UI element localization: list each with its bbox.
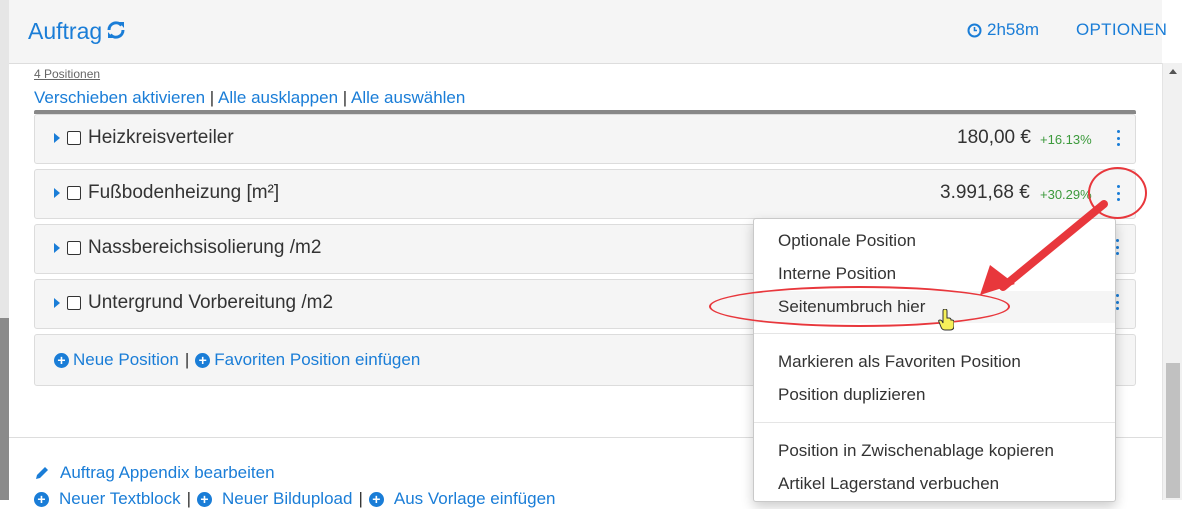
- separator: |: [184, 350, 190, 369]
- position-percent: +30.29%: [1040, 187, 1092, 202]
- menu-item-favorite[interactable]: Markieren als Favoriten Position: [778, 352, 1021, 372]
- checkbox-icon[interactable]: [67, 241, 81, 255]
- checkbox-icon[interactable]: [67, 131, 81, 145]
- new-position-link[interactable]: Neue Position: [73, 350, 179, 370]
- left-scroll-thumb[interactable]: [0, 318, 9, 500]
- plus-circle-icon[interactable]: +: [34, 491, 49, 507]
- plus-circle-icon[interactable]: +: [368, 491, 384, 507]
- main-scrollbar[interactable]: [1162, 63, 1182, 500]
- clock-icon: [967, 23, 982, 37]
- timer-value: 2h58m: [987, 20, 1039, 39]
- caret-right-icon[interactable]: [54, 188, 60, 198]
- caret-right-icon[interactable]: [54, 133, 60, 143]
- caret-right-icon[interactable]: [54, 243, 60, 253]
- plus-circle-icon[interactable]: +: [195, 352, 211, 368]
- annotation-circle-menu-item: [709, 286, 1010, 327]
- header-bar: Auftrag 2h58m OPTIONEN: [9, 0, 1167, 64]
- list-actions: Verschieben aktivieren | Alle ausklappen…: [34, 88, 465, 108]
- options-button[interactable]: OPTIONEN: [1076, 20, 1167, 40]
- separator: |: [186, 489, 192, 508]
- position-percent: +16.13%: [1040, 132, 1092, 147]
- plus-circle-icon[interactable]: +: [197, 491, 213, 507]
- position-name: Nassbereichsisolierung /m2: [88, 237, 322, 258]
- enable-move-link[interactable]: Verschieben aktivieren: [34, 88, 205, 107]
- new-textblock-link[interactable]: Neuer Textblock: [59, 489, 181, 509]
- menu-item-duplicate[interactable]: Position duplizieren: [778, 385, 925, 405]
- select-all-link[interactable]: Alle auswählen: [351, 88, 465, 107]
- position-price: 180,00 €: [957, 127, 1031, 148]
- refresh-icon[interactable]: [105, 19, 127, 46]
- favorite-position-link[interactable]: Favoriten Position einfügen: [214, 350, 420, 370]
- expand-all-link[interactable]: Alle ausklappen: [218, 88, 338, 107]
- timer[interactable]: 2h58m: [967, 20, 1039, 40]
- context-menu: Optionale Position Interne Position Seit…: [753, 218, 1116, 502]
- hand-cursor-icon: [938, 309, 954, 331]
- separator: |: [342, 88, 348, 107]
- scroll-thumb[interactable]: [1166, 363, 1180, 498]
- menu-item-internal[interactable]: Interne Position: [778, 264, 896, 284]
- separator: |: [358, 489, 363, 508]
- caret-right-icon[interactable]: [54, 298, 60, 308]
- menu-divider: [754, 422, 1115, 423]
- position-name: Fußbodenheizung [m²]: [88, 182, 280, 203]
- appendix-label: Auftrag Appendix bearbeiten: [60, 463, 275, 482]
- appendix-link[interactable]: Auftrag Appendix bearbeiten: [34, 463, 275, 483]
- from-template-link[interactable]: Aus Vorlage einfügen: [394, 489, 556, 509]
- plus-circle-icon[interactable]: +: [54, 352, 69, 368]
- insert-actions: + Neuer Textblock | + Neuer Bildupload |…: [34, 489, 555, 509]
- left-scroll-strip: [0, 0, 9, 500]
- positions-count[interactable]: 4 Positionen: [34, 67, 100, 81]
- checkbox-icon[interactable]: [67, 296, 81, 310]
- position-name: Heizkreisverteiler: [88, 127, 234, 148]
- separator: |: [209, 88, 215, 107]
- position-price: 3.991,68 €: [940, 182, 1030, 203]
- new-image-link[interactable]: Neuer Bildupload: [222, 489, 352, 509]
- scroll-up-icon[interactable]: [1169, 69, 1177, 74]
- position-row[interactable]: Fußbodenheizung [m²] 3.991,68 € +30.29%: [34, 169, 1136, 219]
- menu-item-copy-clipboard[interactable]: Position in Zwischenablage kopieren: [778, 441, 1054, 461]
- menu-item-optional[interactable]: Optionale Position: [778, 231, 916, 251]
- position-row[interactable]: Heizkreisverteiler 180,00 € +16.13%: [34, 114, 1136, 164]
- position-name: Untergrund Vorbereitung /m2: [88, 292, 334, 313]
- page-title[interactable]: Auftrag: [28, 18, 102, 45]
- menu-divider: [754, 333, 1115, 334]
- kebab-icon[interactable]: [1115, 130, 1121, 146]
- checkbox-icon[interactable]: [67, 186, 81, 200]
- pencil-icon: [36, 467, 48, 479]
- annotation-circle-kebab: [1088, 167, 1147, 219]
- menu-item-stock-booking[interactable]: Artikel Lagerstand verbuchen: [778, 474, 999, 494]
